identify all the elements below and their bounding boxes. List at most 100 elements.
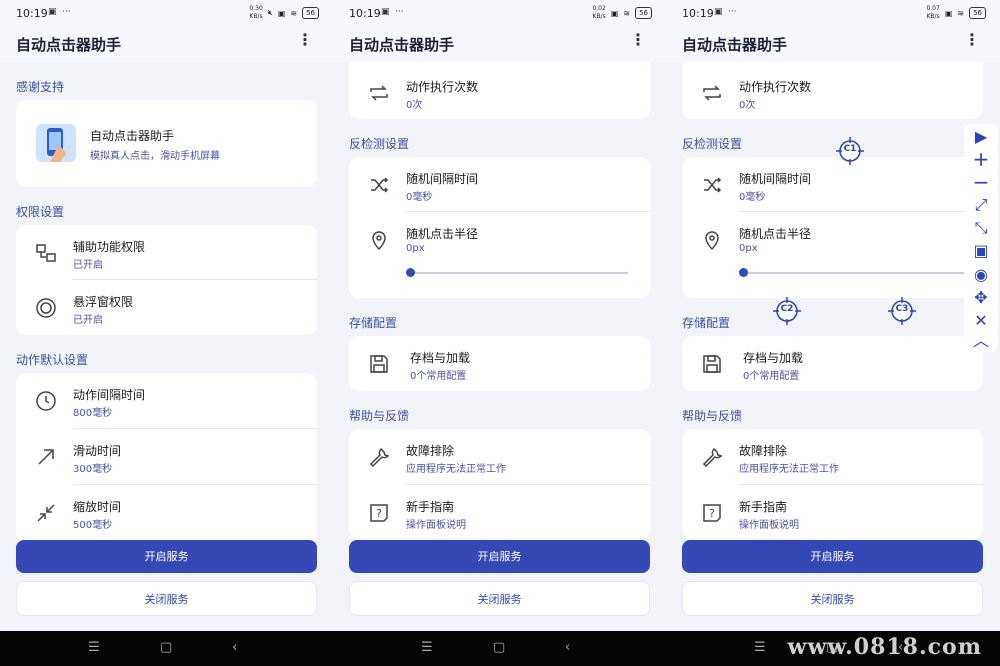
random-radius-label: 随机点击半径: [739, 227, 812, 241]
start-service-button[interactable]: 开启服务: [682, 540, 983, 573]
status-bar: 10:19 ▣ ··· 0.07 KB/s ▣ ≋ 56: [666, 0, 1000, 26]
menu-nav-icon[interactable]: ☰: [88, 640, 100, 655]
section-title-permissions: 权限设置: [16, 205, 65, 219]
thanks-card[interactable]: 自动点击器助手 模拟真人点击，滑动手机屏幕: [16, 100, 317, 187]
settings-list[interactable]: 感谢支持 自动点击器助手 模拟真人点击，滑动手机屏幕 权限设置 辅助功能权限 已…: [0, 62, 333, 631]
collapse-icon[interactable]: ⤡: [964, 219, 998, 237]
expand-icon[interactable]: ⤢: [964, 196, 998, 214]
more-vert-icon[interactable]: ⋮: [964, 32, 980, 48]
default-row-zoom[interactable]: 缩放时间 500毫秒: [16, 485, 317, 539]
help-label: 新手指南: [406, 500, 455, 514]
stop-service-button[interactable]: 关闭服务: [682, 581, 983, 616]
move-icon[interactable]: ✥: [964, 289, 998, 307]
troubleshoot-row[interactable]: 故障排除 应用程序无法正常工作: [682, 429, 983, 483]
exec-count-value: 0次: [739, 100, 756, 111]
save-icon: [367, 352, 391, 376]
back-nav-icon[interactable]: ‹: [565, 640, 570, 655]
minus-icon[interactable]: −: [964, 172, 998, 192]
permission-value: 已开启: [73, 260, 103, 271]
home-nav-icon[interactable]: ▢: [160, 640, 172, 655]
more-notifications-icon: ···: [728, 7, 737, 17]
close-icon[interactable]: ✕: [964, 312, 998, 330]
defaults-card: 动作间隔时间 800毫秒 滑动时间 300毫秒 缩放时间 500毫秒: [16, 373, 317, 543]
click-target-label: C3: [895, 304, 909, 314]
svg-text:?: ?: [376, 507, 382, 520]
click-target-c3[interactable]: C3: [888, 297, 916, 325]
section-title-anti-detect: 反检测设置: [349, 137, 410, 151]
permission-row-overlay[interactable]: 悬浮窗权限 已开启: [16, 280, 317, 334]
battery-indicator: 56: [302, 7, 319, 19]
radius-slider-thumb[interactable]: [406, 268, 415, 277]
help-square-icon: ?: [367, 501, 391, 525]
default-row-interval[interactable]: 动作间隔时间 800毫秒: [16, 373, 317, 427]
radius-slider-track[interactable]: [409, 272, 628, 274]
system-nav-bar: ☰ ▢ ‹: [333, 631, 666, 666]
random-radius-row[interactable]: 随机点击半径 0px: [682, 212, 983, 266]
repeat-icon: [700, 81, 724, 105]
storage-value: 0个常用配置: [743, 371, 800, 382]
permission-row-accessibility[interactable]: 辅助功能权限 已开启: [16, 225, 317, 279]
app-bar: 自动点击器助手 ⋮: [333, 26, 666, 62]
random-radius-row[interactable]: 随机点击半径 0px: [349, 212, 650, 266]
settings-list[interactable]: 动作执行次数 0次 反检测设置 随机间隔时间 0毫秒 随机点击半径 0px 存储…: [333, 62, 666, 631]
storage-row[interactable]: 存档与加载 0个常用配置: [682, 336, 983, 390]
exec-count-card: 动作执行次数 0次: [349, 62, 650, 119]
click-target-label: C2: [780, 304, 794, 314]
network-speed: 0.07 KB/s: [926, 5, 940, 20]
sim-icon: ▣: [610, 8, 619, 18]
more-vert-icon[interactable]: ⋮: [630, 32, 646, 48]
menu-nav-icon[interactable]: ☰: [754, 640, 766, 655]
random-interval-row[interactable]: 随机间隔时间 0毫秒: [349, 157, 650, 211]
location-icon: [367, 228, 391, 252]
storage-card: 存档与加载 0个常用配置: [682, 336, 983, 391]
default-row-swipe[interactable]: 滑动时间 300毫秒: [16, 429, 317, 483]
settings-list[interactable]: 动作执行次数 0次 反检测设置 随机间隔时间 0毫秒 随机点击半径 0px 存储…: [666, 62, 1000, 631]
app-title: 自动点击器助手: [349, 36, 455, 54]
chevron-up-icon[interactable]: ︿: [964, 332, 998, 350]
section-title-help: 帮助与反馈: [349, 409, 410, 423]
random-interval-row[interactable]: 随机间隔时间 0毫秒: [682, 157, 983, 211]
stop-service-button[interactable]: 关闭服务: [349, 581, 650, 616]
phone-screen-settings-bottom: 10:19 ▣ ··· 0.02 KB/s ▣ ≋ 56 自动点击器助手 ⋮ 动…: [333, 0, 666, 666]
mute-icon: 🔇︎: [267, 8, 273, 17]
thanks-card-title: 自动点击器助手: [90, 129, 175, 143]
wrench-icon: [367, 445, 391, 469]
stop-service-button[interactable]: 关闭服务: [16, 581, 317, 616]
start-service-button[interactable]: 开启服务: [16, 540, 317, 573]
wifi-icon: ≋: [623, 8, 631, 18]
radius-slider-track[interactable]: [742, 272, 983, 274]
menu-nav-icon[interactable]: ☰: [421, 640, 433, 655]
troubleshoot-row[interactable]: 故障排除 应用程序无法正常工作: [349, 429, 650, 483]
phone-screen-settings-top: 10:19 ▣ ··· 0.30 KB/s 🔇︎ ▣ ≋ 56 自动点击器助手 …: [0, 0, 333, 666]
app-title: 自动点击器助手: [16, 36, 122, 54]
permission-value: 已开启: [73, 315, 103, 326]
help-card: 故障排除 应用程序无法正常工作 ? 新手指南 操作面板说明: [349, 429, 650, 539]
save-icon[interactable]: ▣: [964, 242, 998, 260]
click-target-c2[interactable]: C2: [773, 297, 801, 325]
exec-count-row[interactable]: 动作执行次数 0次: [682, 65, 983, 119]
status-time: 10:19: [349, 7, 381, 20]
home-nav-icon[interactable]: ▢: [493, 640, 505, 655]
back-nav-icon[interactable]: ‹: [232, 640, 237, 655]
site-watermark: www.0818.com: [787, 634, 982, 660]
plus-icon[interactable]: +: [964, 149, 998, 169]
guide-row[interactable]: ? 新手指南 操作面板说明: [349, 485, 650, 539]
play-icon[interactable]: ▶: [964, 128, 998, 146]
click-target-c1[interactable]: C1: [836, 137, 864, 165]
storage-row[interactable]: 存档与加载 0个常用配置: [349, 336, 650, 390]
radius-slider-thumb[interactable]: [739, 268, 748, 277]
eye-icon[interactable]: ◉: [964, 266, 998, 284]
help-value: 应用程序无法正常工作: [739, 464, 839, 475]
guide-row[interactable]: ? 新手指南 操作面板说明: [682, 485, 983, 539]
more-vert-icon[interactable]: ⋮: [297, 32, 313, 48]
start-service-button[interactable]: 开启服务: [349, 540, 650, 573]
anti-detect-card: 随机间隔时间 0毫秒 随机点击半径 0px: [349, 157, 650, 298]
exec-count-row[interactable]: 动作执行次数 0次: [349, 65, 650, 119]
wrench-icon: [700, 445, 724, 469]
status-bar: 10:19 ▣ ··· 0.02 KB/s ▣ ≋ 56: [333, 0, 666, 26]
thanks-card-subtitle: 模拟真人点击，滑动手机屏幕: [90, 151, 220, 162]
default-label: 动作间隔时间: [73, 388, 146, 402]
clock-icon: [34, 389, 58, 413]
permissions-card: 辅助功能权限 已开启 悬浮窗权限 已开启: [16, 225, 317, 335]
exec-count-card: 动作执行次数 0次: [682, 62, 983, 119]
